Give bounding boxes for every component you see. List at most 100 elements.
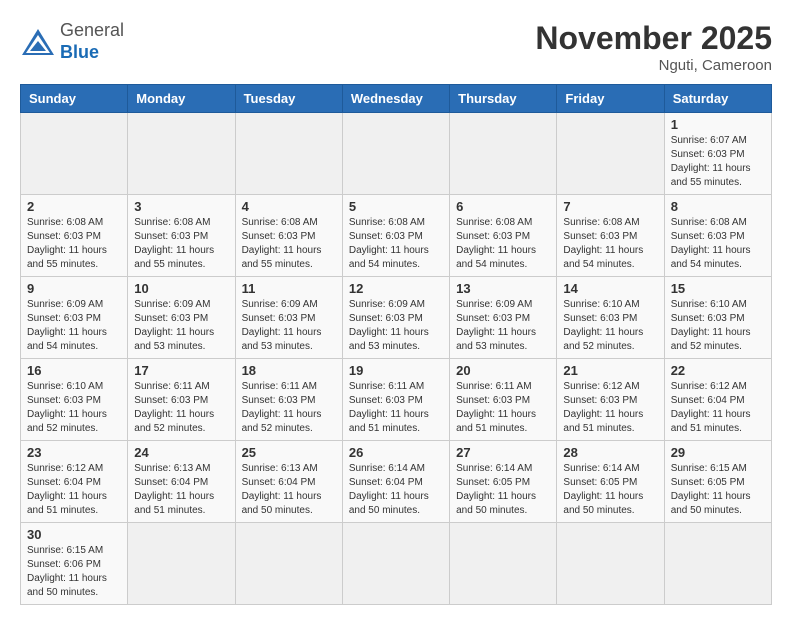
calendar-cell — [235, 113, 342, 195]
calendar-cell: 10 Sunrise: 6:09 AM Sunset: 6:03 PM Dayli… — [128, 277, 235, 359]
day-number: 24 — [134, 445, 228, 460]
day-info: Sunrise: 6:08 AM Sunset: 6:03 PM Dayligh… — [349, 216, 443, 272]
day-info: Sunrise: 6:13 AM Sunset: 6:04 PM Dayligh… — [134, 462, 228, 518]
weekday-saturday: Saturday — [664, 85, 771, 113]
weekday-tuesday: Tuesday — [235, 85, 342, 113]
day-number: 16 — [27, 363, 121, 378]
logo-text: General Blue — [60, 20, 124, 63]
day-number: 29 — [671, 445, 765, 460]
calendar-cell — [128, 523, 235, 605]
calendar-cell: 2Sunrise: 6:08 AM Sunset: 6:03 PM Daylig… — [21, 195, 128, 277]
calendar-cell: 7 Sunrise: 6:08 AM Sunset: 6:03 PM Daylig… — [557, 195, 664, 277]
calendar-cell: 5 Sunrise: 6:08 AM Sunset: 6:03 PM Daylig… — [342, 195, 449, 277]
calendar-cell: 11 Sunrise: 6:09 AM Sunset: 6:03 PM Dayli… — [235, 277, 342, 359]
day-info: Sunrise: 6:14 AM Sunset: 6:05 PM Dayligh… — [563, 462, 657, 518]
day-number: 11 — [242, 281, 336, 296]
day-number: 12 — [349, 281, 443, 296]
day-number: 13 — [456, 281, 550, 296]
day-info: Sunrise: 6:11 AM Sunset: 6:03 PM Dayligh… — [134, 380, 228, 436]
month-title: November 2025 — [535, 20, 772, 57]
calendar-cell — [128, 113, 235, 195]
day-info: Sunrise: 6:11 AM Sunset: 6:03 PM Dayligh… — [349, 380, 443, 436]
calendar-cell: 15Sunrise: 6:10 AM Sunset: 6:03 PM Dayli… — [664, 277, 771, 359]
day-info: Sunrise: 6:08 AM Sunset: 6:03 PM Dayligh… — [456, 216, 550, 272]
day-number: 30 — [27, 527, 121, 542]
calendar-cell — [450, 113, 557, 195]
calendar-cell — [342, 113, 449, 195]
calendar-body: 1 Sunrise: 6:07 AM Sunset: 6:03 PM Daylig… — [21, 113, 772, 605]
day-number: 8 — [671, 199, 765, 214]
calendar-week-3: 9 Sunrise: 6:09 AM Sunset: 6:03 PM Daylig… — [21, 277, 772, 359]
day-number: 4 — [242, 199, 336, 214]
calendar-cell: 25Sunrise: 6:13 AM Sunset: 6:04 PM Dayli… — [235, 441, 342, 523]
calendar-cell: 12 Sunrise: 6:09 AM Sunset: 6:03 PM Dayli… — [342, 277, 449, 359]
day-number: 27 — [456, 445, 550, 460]
weekday-monday: Monday — [128, 85, 235, 113]
day-number: 10 — [134, 281, 228, 296]
day-info: Sunrise: 6:12 AM Sunset: 6:04 PM Dayligh… — [27, 462, 121, 518]
calendar-cell: 20 Sunrise: 6:11 AM Sunset: 6:03 PM Dayli… — [450, 359, 557, 441]
calendar-cell: 17 Sunrise: 6:11 AM Sunset: 6:03 PM Dayli… — [128, 359, 235, 441]
day-info: Sunrise: 6:09 AM Sunset: 6:03 PM Dayligh… — [242, 298, 336, 354]
day-info: Sunrise: 6:08 AM Sunset: 6:03 PM Dayligh… — [242, 216, 336, 272]
day-info: Sunrise: 6:09 AM Sunset: 6:03 PM Dayligh… — [134, 298, 228, 354]
day-info: Sunrise: 6:09 AM Sunset: 6:03 PM Dayligh… — [349, 298, 443, 354]
day-number: 23 — [27, 445, 121, 460]
calendar-week-2: 2 Sunrise: 6:08 AM Sunset: 6:03 PM Daylig… — [21, 195, 772, 277]
weekday-header-row: SundayMondayTuesdayWednesdayThursdayFrid… — [21, 85, 772, 113]
day-number: 6 — [456, 199, 550, 214]
calendar-cell: 9 Sunrise: 6:09 AM Sunset: 6:03 PM Daylig… — [21, 277, 128, 359]
calendar-cell: 29Sunrise: 6:15 AM Sunset: 6:05 PM Dayli… — [664, 441, 771, 523]
day-info: Sunrise: 6:08 AM Sunset: 6:03 PM Dayligh… — [134, 216, 228, 272]
calendar-cell — [342, 523, 449, 605]
day-number: 2 — [27, 199, 121, 214]
day-number: 9 — [27, 281, 121, 296]
day-number: 21 — [563, 363, 657, 378]
calendar-cell — [235, 523, 342, 605]
calendar-cell: 24 Sunrise: 6:13 AM Sunset: 6:04 PM Dayli… — [128, 441, 235, 523]
day-info: Sunrise: 6:10 AM Sunset: 6:03 PM Dayligh… — [563, 298, 657, 354]
calendar-cell: 8Sunrise: 6:08 AM Sunset: 6:03 PM Daylig… — [664, 195, 771, 277]
day-number: 17 — [134, 363, 228, 378]
day-info: Sunrise: 6:14 AM Sunset: 6:05 PM Dayligh… — [456, 462, 550, 518]
calendar-cell: 23 Sunrise: 6:12 AM Sunset: 6:04 PM Dayli… — [21, 441, 128, 523]
page-header: General Blue November 2025 Nguti, Camero… — [20, 20, 772, 74]
day-number: 5 — [349, 199, 443, 214]
day-number: 19 — [349, 363, 443, 378]
calendar-cell: 27 Sunrise: 6:14 AM Sunset: 6:05 PM Dayli… — [450, 441, 557, 523]
day-info: Sunrise: 6:12 AM Sunset: 6:04 PM Dayligh… — [671, 380, 765, 436]
calendar-cell: 16 Sunrise: 6:10 AM Sunset: 6:03 PM Dayli… — [21, 359, 128, 441]
calendar-cell: 13 Sunrise: 6:09 AM Sunset: 6:03 PM Dayli… — [450, 277, 557, 359]
day-info: Sunrise: 6:14 AM Sunset: 6:04 PM Dayligh… — [349, 462, 443, 518]
calendar-cell — [557, 113, 664, 195]
day-info: Sunrise: 6:10 AM Sunset: 6:03 PM Dayligh… — [27, 380, 121, 436]
calendar-table: SundayMondayTuesdayWednesdayThursdayFrid… — [20, 84, 772, 605]
day-number: 7 — [563, 199, 657, 214]
calendar-cell: 30Sunrise: 6:15 AM Sunset: 6:06 PM Dayli… — [21, 523, 128, 605]
day-number: 26 — [349, 445, 443, 460]
calendar-cell: 4 Sunrise: 6:08 AM Sunset: 6:03 PM Daylig… — [235, 195, 342, 277]
day-info: Sunrise: 6:09 AM Sunset: 6:03 PM Dayligh… — [456, 298, 550, 354]
calendar-week-6: 30Sunrise: 6:15 AM Sunset: 6:06 PM Dayli… — [21, 523, 772, 605]
day-number: 20 — [456, 363, 550, 378]
calendar-cell: 21Sunrise: 6:12 AM Sunset: 6:03 PM Dayli… — [557, 359, 664, 441]
calendar-cell: 1 Sunrise: 6:07 AM Sunset: 6:03 PM Daylig… — [664, 113, 771, 195]
day-number: 14 — [563, 281, 657, 296]
day-number: 1 — [671, 117, 765, 132]
day-info: Sunrise: 6:10 AM Sunset: 6:03 PM Dayligh… — [671, 298, 765, 354]
day-info: Sunrise: 6:08 AM Sunset: 6:03 PM Dayligh… — [563, 216, 657, 272]
calendar-cell — [450, 523, 557, 605]
day-info: Sunrise: 6:09 AM Sunset: 6:03 PM Dayligh… — [27, 298, 121, 354]
calendar-cell: 3Sunrise: 6:08 AM Sunset: 6:03 PM Daylig… — [128, 195, 235, 277]
day-number: 22 — [671, 363, 765, 378]
calendar-cell: 19 Sunrise: 6:11 AM Sunset: 6:03 PM Dayli… — [342, 359, 449, 441]
day-info: Sunrise: 6:07 AM Sunset: 6:03 PM Dayligh… — [671, 134, 765, 190]
calendar-week-4: 16 Sunrise: 6:10 AM Sunset: 6:03 PM Dayli… — [21, 359, 772, 441]
weekday-sunday: Sunday — [21, 85, 128, 113]
calendar-cell: 28Sunrise: 6:14 AM Sunset: 6:05 PM Dayli… — [557, 441, 664, 523]
weekday-thursday: Thursday — [450, 85, 557, 113]
day-number: 18 — [242, 363, 336, 378]
day-info: Sunrise: 6:11 AM Sunset: 6:03 PM Dayligh… — [456, 380, 550, 436]
calendar-cell — [21, 113, 128, 195]
calendar-cell: 26 Sunrise: 6:14 AM Sunset: 6:04 PM Dayli… — [342, 441, 449, 523]
